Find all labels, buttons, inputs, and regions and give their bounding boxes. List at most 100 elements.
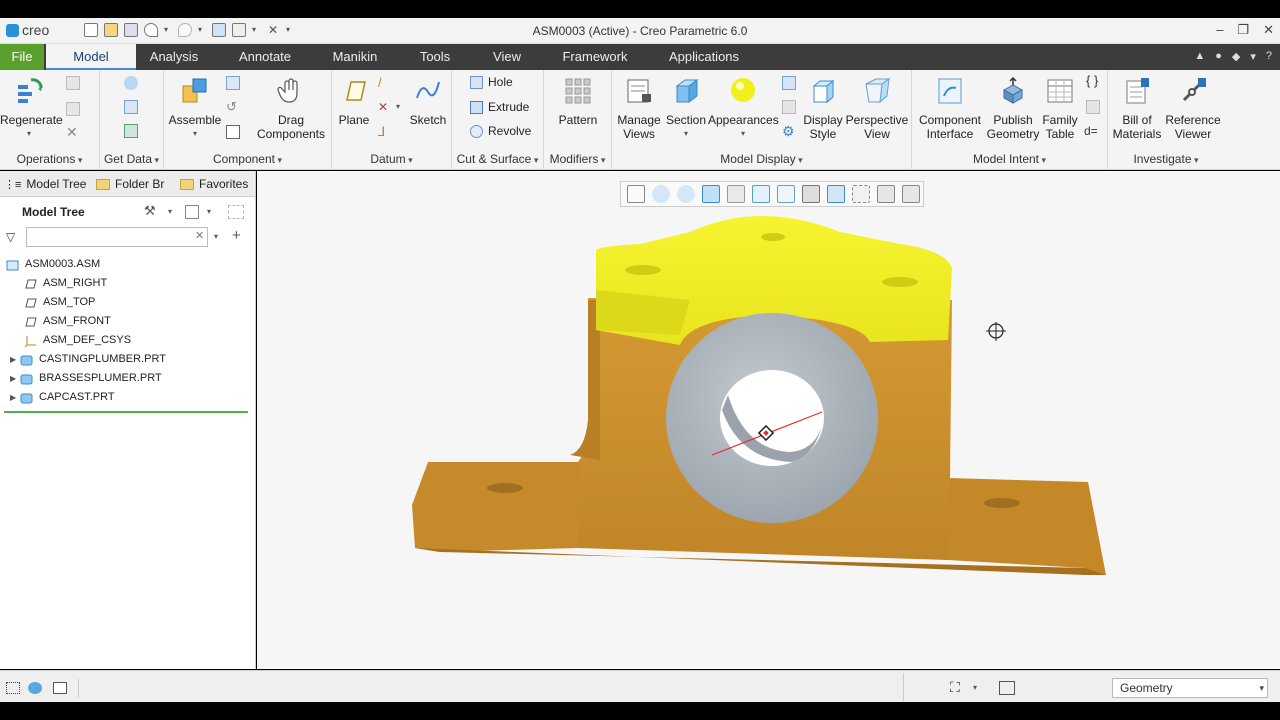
tree-node-asm-def-csys[interactable]: ASM_DEF_CSYS [0, 331, 256, 350]
create-component-icon[interactable] [226, 76, 240, 90]
redo-icon[interactable] [178, 23, 192, 37]
extrude-button[interactable]: Extrude [470, 100, 529, 114]
add-filter-icon[interactable]: + [232, 227, 241, 244]
undo-dropdown-icon[interactable]: ▾ [164, 23, 172, 37]
selection-filter-dropdown[interactable]: Geometry ▾ [1112, 678, 1268, 698]
help-center-icon[interactable]: ● [1215, 50, 1222, 63]
tab-file[interactable]: File [0, 44, 44, 70]
bill-of-materials-button[interactable]: Bill of Materials [1110, 76, 1164, 141]
group-label-investigate[interactable]: Investigate [1108, 152, 1224, 166]
find-icon[interactable]: ⛶ [950, 679, 960, 696]
expand-arrow-icon[interactable]: ▶ [10, 350, 20, 369]
tab-framework[interactable]: Framework [556, 44, 634, 70]
appearances-button[interactable]: Appearances ▾ [708, 76, 779, 141]
edit-position-icon[interactable] [782, 76, 796, 90]
copy-icon[interactable] [66, 76, 80, 90]
group-label-modifiers[interactable]: Modifiers [544, 152, 611, 166]
find-dropdown-icon[interactable]: ▾ [973, 683, 977, 692]
display-list-icon[interactable] [782, 100, 796, 114]
search-dropdown-icon[interactable]: ▾ [214, 232, 218, 241]
graphics-window[interactable] [257, 171, 1280, 669]
section-dropdown-icon[interactable]: ▾ [664, 127, 708, 141]
revolve-button[interactable]: Revolve [470, 124, 531, 138]
regenerate-quick-icon[interactable] [212, 23, 226, 37]
coordinate-system-icon[interactable]: ⅃ [378, 125, 392, 139]
delete-icon[interactable]: ✕ [66, 125, 80, 139]
parameters-icon[interactable]: { } [1086, 74, 1100, 88]
model-tree-search-input[interactable] [26, 227, 208, 247]
undo-icon[interactable] [144, 23, 158, 37]
copy-geometry-icon[interactable] [124, 100, 138, 114]
component-interface-button[interactable]: Component Interface [916, 76, 984, 141]
mirror-component-icon[interactable] [226, 125, 240, 139]
command-search-icon[interactable]: ◆ [1232, 50, 1240, 63]
close-icon[interactable]: ✕ [1263, 22, 1274, 38]
reference-viewer-button[interactable]: Reference Viewer [1164, 76, 1222, 141]
windows-icon[interactable] [232, 23, 246, 37]
sketch-button[interactable]: Sketch [408, 76, 448, 127]
tab-favorites[interactable]: Favorites [180, 177, 248, 191]
settings-hammer-icon[interactable]: ⚒ [144, 203, 156, 219]
group-label-model-display[interactable]: Model Display [612, 152, 911, 166]
family-table-button[interactable]: Family Table [1040, 76, 1080, 141]
display-settings-icon[interactable]: ⚙ [782, 124, 796, 138]
regenerate-dropdown-icon[interactable]: ▾ [0, 127, 58, 141]
show-icon[interactable] [185, 205, 199, 219]
tab-model-tree[interactable]: ⋮≡ Model Tree [4, 177, 86, 191]
group-label-model-intent[interactable]: Model Intent [912, 152, 1107, 166]
group-label-get-data[interactable]: Get Data [100, 152, 163, 166]
tree-filters-icon[interactable] [228, 205, 244, 219]
user-defined-feature-icon[interactable] [124, 76, 138, 90]
tree-node-castingplumber[interactable]: ▶ CASTINGPLUMBER.PRT [0, 350, 256, 369]
group-label-datum[interactable]: Datum [332, 152, 451, 166]
tab-annotate[interactable]: Annotate [228, 44, 302, 70]
datum-axis-icon[interactable]: / [378, 76, 392, 90]
tab-model[interactable]: Model [46, 44, 136, 70]
tree-node-asm-top[interactable]: ASM_TOP [0, 293, 256, 312]
repeat-icon[interactable]: ↺ [226, 100, 240, 114]
insert-here-indicator[interactable] [4, 411, 248, 413]
assemble-dropdown-icon[interactable]: ▾ [168, 127, 222, 141]
restore-icon[interactable]: ❐ [1237, 22, 1249, 38]
group-label-component[interactable]: Component [164, 152, 331, 166]
full-screen-icon[interactable] [53, 682, 67, 694]
tree-node-asm-right[interactable]: ASM_RIGHT [0, 274, 256, 293]
tree-node-asm-front[interactable]: ASM_FRONT [0, 312, 256, 331]
manage-views-button[interactable]: Manage Views [614, 76, 664, 141]
settings-dropdown-icon[interactable]: ▾ [168, 207, 172, 216]
shrinkwrap-icon[interactable] [124, 124, 138, 138]
tab-folder-browser[interactable]: Folder Br [96, 177, 166, 191]
drag-components-button[interactable]: Drag Components [254, 76, 328, 141]
ribbon-options-icon[interactable]: ▾ [1250, 50, 1256, 63]
perspective-view-button[interactable]: Perspective View [844, 76, 910, 141]
show-navigator-icon[interactable] [6, 682, 20, 694]
assemble-button[interactable]: Assemble ▾ [168, 76, 222, 141]
redo-dropdown-icon[interactable]: ▾ [198, 23, 206, 37]
new-file-icon[interactable] [84, 23, 98, 37]
section-button[interactable]: Section ▾ [664, 76, 708, 141]
group-label-operations[interactable]: Operations [0, 152, 99, 166]
tab-tools[interactable]: Tools [410, 44, 460, 70]
tab-manikin[interactable]: Manikin [322, 44, 388, 70]
plummer-block-model[interactable] [257, 171, 1280, 669]
hole-button[interactable]: Hole [470, 75, 513, 89]
tab-analysis[interactable]: Analysis [140, 44, 208, 70]
show-dropdown-icon[interactable]: ▾ [207, 207, 211, 216]
customize-qat-icon[interactable]: ▾ [286, 23, 294, 37]
paste-icon[interactable] [66, 102, 80, 116]
pattern-button[interactable]: Pattern [550, 76, 606, 127]
group-label-cut-surface[interactable]: Cut & Surface [452, 152, 543, 166]
switch-dimensions-icon[interactable] [1086, 100, 1100, 114]
expand-arrow-icon[interactable]: ▶ [10, 369, 20, 388]
help-icon[interactable]: ? [1266, 50, 1272, 63]
appearances-dropdown-icon[interactable]: ▾ [708, 127, 778, 141]
tab-applications[interactable]: Applications [662, 44, 746, 70]
close-window-icon[interactable]: ✕ [266, 23, 280, 37]
windows-dropdown-icon[interactable]: ▾ [252, 23, 260, 37]
plane-button[interactable]: Plane [336, 76, 372, 127]
tree-node-brassesplumer[interactable]: ▶ BRASSESPLUMER.PRT [0, 369, 256, 388]
minimize-ribbon-icon[interactable]: ▲ [1194, 50, 1205, 63]
publish-geometry-button[interactable]: Publish Geometry [984, 76, 1042, 141]
selected-items-icon[interactable] [999, 681, 1015, 695]
minimize-icon[interactable]: – [1216, 22, 1223, 38]
